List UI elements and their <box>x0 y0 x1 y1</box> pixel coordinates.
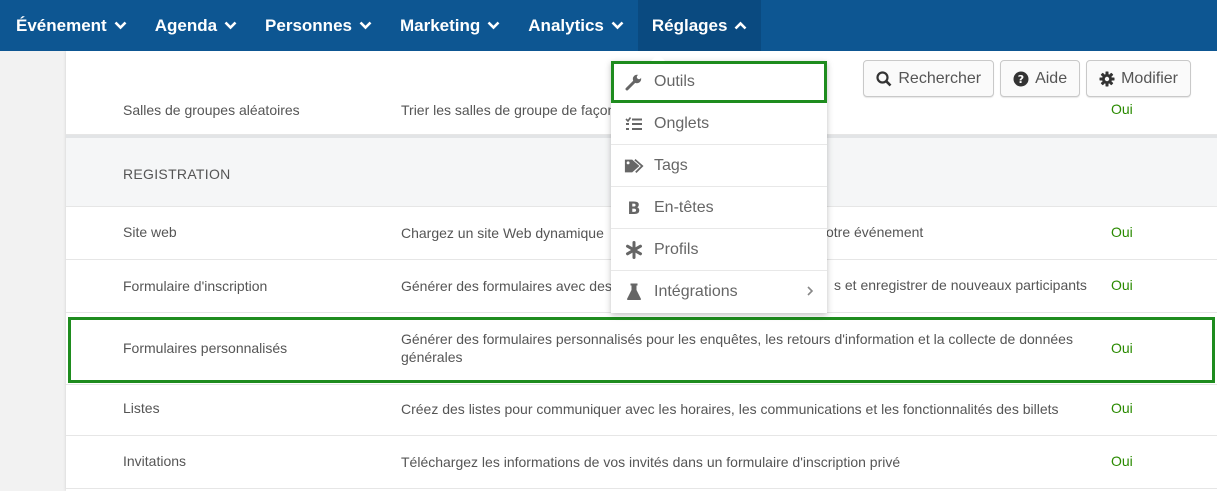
nav-label: Personnes <box>265 15 352 35</box>
flask-icon <box>624 283 644 301</box>
dropdown-item-tags[interactable]: Tags <box>611 145 827 187</box>
svg-text:?: ? <box>1018 73 1024 86</box>
question-circle-icon: ? <box>1013 71 1029 87</box>
dropdown-item-en-tetes[interactable]: B En-têtes <box>611 187 827 229</box>
table-row[interactable]: Invitations Téléchargez les informations… <box>66 436 1217 489</box>
svg-text:B: B <box>628 200 641 216</box>
help-button-label: Aide <box>1035 69 1068 87</box>
tags-icon <box>624 158 644 174</box>
chevron-down-icon <box>114 21 127 30</box>
dropdown-item-label: Outils <box>654 72 695 90</box>
edit-button[interactable]: Modifier <box>1086 60 1191 97</box>
help-button[interactable]: ? Aide <box>1000 60 1081 97</box>
row-name: Salles de groupes aléatoires <box>123 102 300 118</box>
row-status: Oui <box>1111 224 1133 240</box>
row-description-end: s et enregistrer de nouveaux participant… <box>834 277 1087 293</box>
asterisk-icon <box>624 240 644 259</box>
dropdown-item-label: Profils <box>654 240 699 258</box>
nav-agenda[interactable]: Agenda <box>141 0 251 51</box>
nav-reglages[interactable]: Réglages <box>637 0 762 51</box>
nav-label: Réglages <box>651 15 728 35</box>
chevron-down-icon <box>224 21 237 30</box>
wrench-icon <box>624 73 644 91</box>
table-row[interactable]: Formulaires personnalisés Générer des fo… <box>66 313 1217 385</box>
table-row[interactable]: Listes Créez des listes pour communiquer… <box>66 385 1217 436</box>
row-name: Formulaire d'inscription <box>123 278 268 294</box>
settings-dropdown: Outils Onglets Tags B En-têtes Profils I… <box>611 54 827 313</box>
row-status: Oui <box>1111 277 1133 293</box>
row-description: Créez des listes pour communiquer avec l… <box>401 401 1059 417</box>
nav-label: Marketing <box>399 15 481 35</box>
list-icon <box>624 116 644 132</box>
row-status: Oui <box>1111 340 1133 356</box>
chevron-down-icon <box>359 21 372 30</box>
row-status: Oui <box>1111 453 1133 469</box>
nav-label: Agenda <box>154 15 218 35</box>
row-status: Oui <box>1111 101 1133 117</box>
dropdown-item-integrations[interactable]: Intégrations <box>611 271 827 313</box>
dropdown-item-profils[interactable]: Profils <box>611 229 827 271</box>
chevron-down-icon <box>611 21 624 30</box>
chevron-right-icon <box>806 284 814 302</box>
row-description: Téléchargez les informations de vos invi… <box>401 454 901 470</box>
row-name: Site web <box>123 224 177 240</box>
chevron-up-icon <box>734 21 747 30</box>
dropdown-item-outils[interactable]: Outils <box>611 61 827 103</box>
dropdown-item-label: En-têtes <box>654 198 714 216</box>
row-name: Listes <box>123 400 160 416</box>
nav-analytics[interactable]: Analytics <box>514 0 638 51</box>
row-description-end: votre événement <box>819 224 924 240</box>
search-button-label: Rechercher <box>898 69 982 87</box>
dropdown-item-onglets[interactable]: Onglets <box>611 103 827 145</box>
nav-personnes[interactable]: Personnes <box>251 0 386 51</box>
row-status: Oui <box>1111 400 1133 416</box>
edit-button-label: Modifier <box>1121 69 1178 87</box>
dropdown-item-label: Intégrations <box>654 283 738 300</box>
dropdown-item-label: Tags <box>654 156 688 174</box>
search-button[interactable]: Rechercher <box>863 60 995 97</box>
nav-evenement[interactable]: Événement <box>0 0 141 51</box>
dropdown-item-label: Onglets <box>654 114 710 132</box>
toolbar: Rechercher ? Aide Modifier <box>863 60 1191 97</box>
row-name: Formulaires personnalisés <box>123 340 288 356</box>
search-icon <box>876 70 892 87</box>
bold-icon: B <box>624 200 644 216</box>
row-description: Générer des formulaires personnalisés po… <box>401 331 1073 365</box>
row-name: Invitations <box>123 453 187 469</box>
nav-label: Analytics <box>528 15 604 35</box>
chevron-down-icon <box>487 21 500 30</box>
gear-icon <box>1099 71 1115 87</box>
top-nav: Événement Agenda Personnes Marketing Ana… <box>0 0 1217 51</box>
section-title: REGISTRATION <box>123 166 231 182</box>
nav-marketing[interactable]: Marketing <box>386 0 514 51</box>
nav-label: Événement <box>16 15 107 35</box>
